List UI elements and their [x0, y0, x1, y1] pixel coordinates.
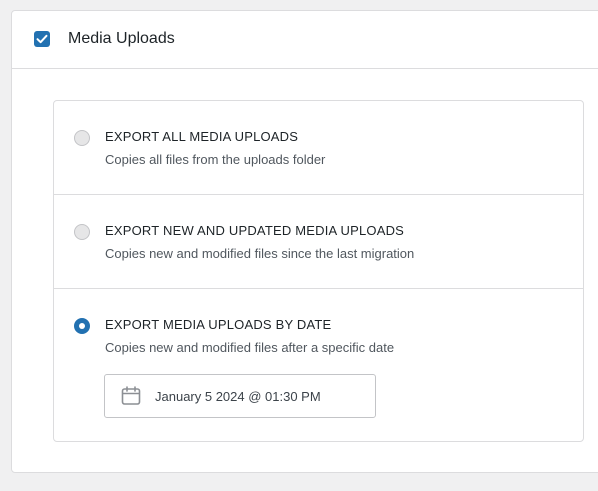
option-description: Copies new and modified files since the … [105, 246, 415, 261]
date-picker-field[interactable]: January 5 2024 @ 01:30 PM [104, 374, 376, 418]
radio-export-new-updated[interactable] [74, 224, 90, 240]
option-export-new-updated[interactable]: EXPORT NEW AND UPDATED MEDIA UPLOADS Cop… [54, 195, 583, 289]
radio-export-all[interactable] [74, 130, 90, 146]
option-description: Copies all files from the uploads folder [105, 152, 326, 167]
media-uploads-panel: Media Uploads EXPORT ALL MEDIA UPLOADS C… [11, 10, 598, 473]
option-description: Copies new and modified files after a sp… [105, 340, 395, 355]
option-title: EXPORT ALL MEDIA UPLOADS [105, 129, 299, 144]
media-uploads-checkbox[interactable] [34, 31, 50, 47]
checkmark-icon [36, 34, 48, 44]
option-title: EXPORT NEW AND UPDATED MEDIA UPLOADS [105, 223, 405, 238]
radio-export-by-date[interactable] [74, 318, 90, 334]
panel-title: Media Uploads [68, 30, 175, 47]
option-export-all[interactable]: EXPORT ALL MEDIA UPLOADS Copies all file… [54, 101, 583, 195]
option-title: EXPORT MEDIA UPLOADS BY DATE [105, 317, 332, 332]
export-options-group: EXPORT ALL MEDIA UPLOADS Copies all file… [53, 100, 584, 442]
calendar-icon [121, 386, 141, 405]
option-export-by-date[interactable]: EXPORT MEDIA UPLOADS BY DATE Copies new … [54, 289, 583, 441]
panel-header: Media Uploads [12, 11, 598, 69]
date-value: January 5 2024 @ 01:30 PM [155, 389, 321, 404]
